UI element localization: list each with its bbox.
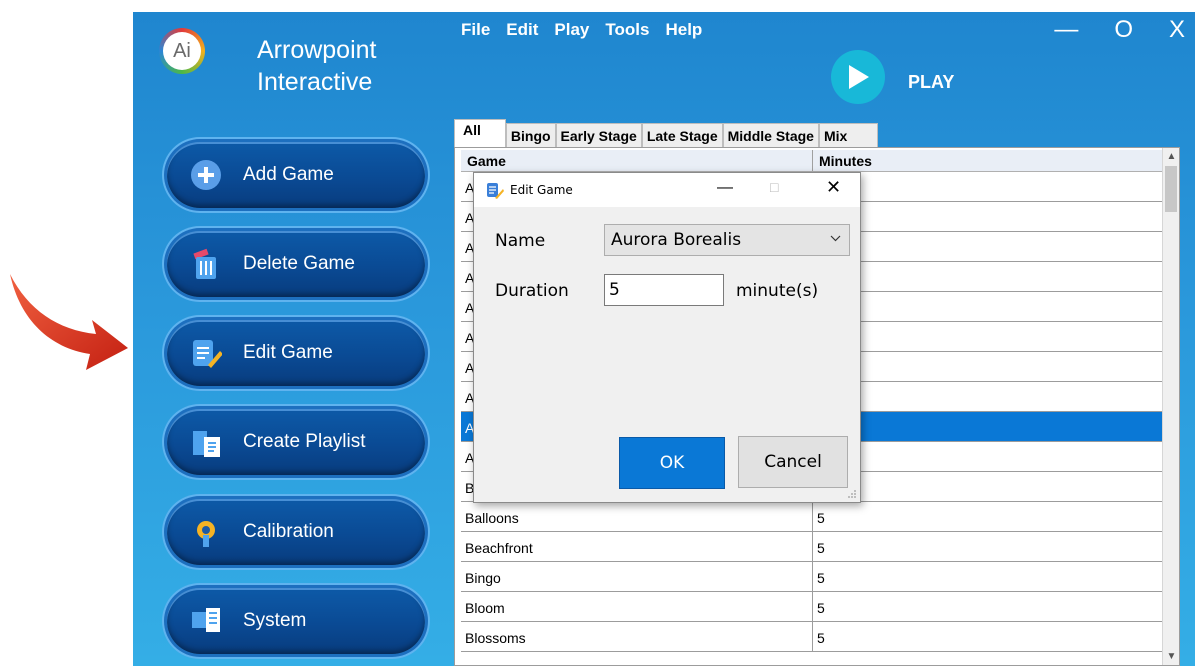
name-label: Name xyxy=(495,231,546,251)
delete-game-button[interactable]: Delete Game xyxy=(167,231,425,297)
minimize-button[interactable]: — xyxy=(1054,16,1078,44)
duration-label: Duration xyxy=(495,281,569,301)
minutes-cell xyxy=(813,412,1163,441)
minutes-cell xyxy=(813,322,1163,351)
game-cell: Bingo xyxy=(461,562,813,591)
system-icon xyxy=(187,602,225,640)
table-row[interactable]: Balloons 5 xyxy=(461,502,1163,532)
minutes-cell xyxy=(813,262,1163,291)
grid-scrollbar[interactable]: ▲ ▼ xyxy=(1162,148,1179,665)
ok-button[interactable]: OK xyxy=(619,437,725,489)
tab-all[interactable]: All xyxy=(454,119,506,147)
resize-grip-icon[interactable] xyxy=(847,489,857,499)
minutes-cell: 5 xyxy=(817,570,825,586)
delete-game-label: Delete Game xyxy=(243,253,355,274)
duration-input[interactable]: 5 xyxy=(604,274,724,306)
minutes-cell: 5 xyxy=(817,630,825,646)
minutes-cell xyxy=(813,352,1163,381)
scroll-up-icon[interactable]: ▲ xyxy=(1163,148,1179,165)
edit-icon xyxy=(187,334,225,372)
menu-edit[interactable]: Edit xyxy=(506,20,538,40)
tab-mix[interactable]: Mix xyxy=(818,123,879,147)
game-cell: Beachfront xyxy=(461,532,813,561)
menu-help[interactable]: Help xyxy=(665,20,702,40)
annotation-arrow xyxy=(10,274,128,370)
table-row[interactable]: Blossoms 5 xyxy=(461,622,1163,652)
calibration-label: Calibration xyxy=(243,521,334,542)
screenshot-stage: Ai Arrowpoint Interactive File Edit Play… xyxy=(0,0,1195,666)
brand-logo: Ai xyxy=(159,28,205,74)
dialog-edit-icon xyxy=(487,183,504,199)
minutes-cell: 5 xyxy=(817,540,825,556)
name-dropdown-value: Aurora Borealis xyxy=(611,230,742,250)
table-row[interactable]: Bingo 5 xyxy=(461,562,1163,592)
menu-play[interactable]: Play xyxy=(554,20,589,40)
dialog-minimize-button[interactable]: — xyxy=(717,179,733,197)
edit-game-label: Edit Game xyxy=(243,342,333,363)
column-header-minutes[interactable]: Minutes xyxy=(813,150,1163,171)
column-header-game[interactable]: Game xyxy=(461,150,813,171)
menu-tools[interactable]: Tools xyxy=(605,20,649,40)
menu-bar: File Edit Play Tools Help xyxy=(461,20,718,40)
create-playlist-button[interactable]: Create Playlist xyxy=(167,409,425,475)
minutes-cell xyxy=(813,472,1163,501)
menu-file[interactable]: File xyxy=(461,20,490,40)
minutes-cell xyxy=(813,202,1163,231)
cancel-button[interactable]: Cancel xyxy=(738,436,848,488)
grid-header: Game Minutes xyxy=(461,150,1163,172)
minutes-cell xyxy=(813,382,1163,411)
table-row[interactable]: Bloom 5 xyxy=(461,592,1163,622)
create-playlist-label: Create Playlist xyxy=(243,431,366,452)
game-cell: Blossoms xyxy=(461,622,813,651)
dialog-close-button[interactable]: ✕ xyxy=(826,177,841,198)
add-game-label: Add Game xyxy=(243,164,334,185)
wrench-icon xyxy=(187,513,225,551)
tab-late-stage[interactable]: Late Stage xyxy=(641,123,723,147)
logo-text: Ai xyxy=(173,39,191,62)
chevron-down-icon xyxy=(830,231,841,245)
brand-name: Arrowpoint Interactive xyxy=(257,34,377,98)
tab-middle-stage[interactable]: Middle Stage xyxy=(722,123,819,147)
dialog-title: Edit Game xyxy=(510,183,573,197)
edit-game-dialog: Edit Game — □ ✕ Name Aurora Borealis Dur… xyxy=(473,172,861,503)
dialog-maximize-button: □ xyxy=(770,179,779,195)
game-cell: Balloons xyxy=(461,502,813,531)
maximize-button[interactable]: O xyxy=(1114,16,1133,44)
add-game-button[interactable]: Add Game xyxy=(167,142,425,208)
minutes-cell: 5 xyxy=(817,510,825,526)
game-cell: Bloom xyxy=(461,592,813,621)
play-button-label[interactable]: PLAY xyxy=(908,72,954,93)
duration-unit-label: minute(s) xyxy=(736,281,819,301)
system-button[interactable]: System xyxy=(167,588,425,654)
dialog-titlebar[interactable]: Edit Game — □ ✕ xyxy=(474,173,860,207)
table-row[interactable]: Beachfront 5 xyxy=(461,532,1163,562)
tab-bingo[interactable]: Bingo xyxy=(505,123,556,147)
minutes-cell xyxy=(813,292,1163,321)
trash-icon xyxy=(187,245,225,283)
scroll-thumb[interactable] xyxy=(1165,166,1177,212)
name-dropdown[interactable]: Aurora Borealis xyxy=(604,224,850,256)
brand-name-line1: Arrowpoint xyxy=(257,36,377,64)
system-label: System xyxy=(243,610,307,631)
minutes-cell xyxy=(813,442,1163,471)
minutes-cell xyxy=(813,232,1163,261)
scroll-down-icon[interactable]: ▼ xyxy=(1163,648,1179,665)
play-icon[interactable] xyxy=(831,50,885,104)
minutes-cell xyxy=(813,172,1163,201)
close-button[interactable]: X xyxy=(1169,16,1185,44)
minutes-cell: 5 xyxy=(817,600,825,616)
edit-game-button[interactable]: Edit Game xyxy=(167,320,425,386)
brand-name-line2: Interactive xyxy=(257,68,373,96)
window-controls: — O X xyxy=(1054,16,1185,44)
plus-icon xyxy=(187,156,225,194)
tab-early-stage[interactable]: Early Stage xyxy=(555,123,642,147)
playlist-icon xyxy=(187,423,225,461)
calibration-button[interactable]: Calibration xyxy=(167,499,425,565)
category-tabs: All Bingo Early Stage Late Stage Middle … xyxy=(454,119,879,147)
